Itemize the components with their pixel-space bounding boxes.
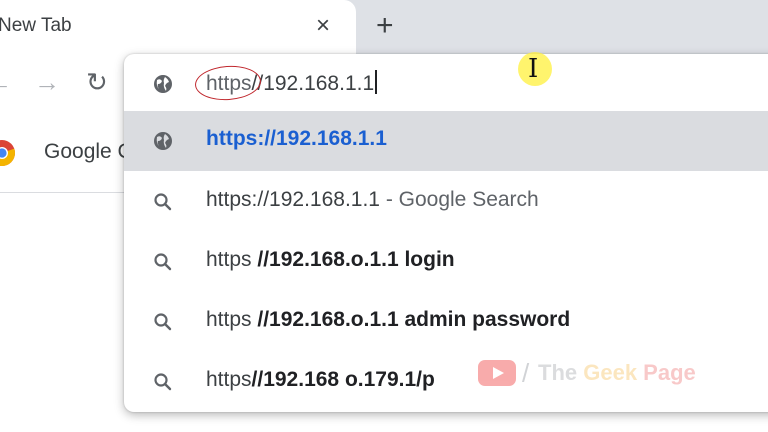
suggestion-text: https //192.168.o.1.1 login — [206, 248, 455, 272]
suggestion-query: https://192.168.1.1 — [206, 188, 380, 211]
text-caret — [375, 70, 377, 94]
suggestion-plain: https — [206, 248, 258, 271]
tab-strip: New Tab × + — [0, 0, 768, 54]
back-arrow-icon[interactable]: ← — [0, 66, 12, 98]
watermark-word: The — [538, 360, 584, 385]
new-tab-plus-icon[interactable]: + — [376, 10, 394, 42]
url-rest: //192.168.1.1 — [251, 72, 375, 95]
suggestion-suffix: - Google Search — [385, 188, 539, 211]
suggestion-plain: https — [206, 308, 258, 331]
suggestion-text: https//192.168 o.179.1/p — [206, 368, 435, 392]
suggestion-bold: //192.168.o.1.1 login — [257, 248, 455, 271]
forward-arrow-icon[interactable]: → — [34, 66, 60, 98]
suggestion-url: https://192.168.1.1 — [206, 127, 387, 150]
tab-new-tab[interactable]: New Tab × — [0, 0, 356, 54]
suggestion-bold: //192.168 o.179.1/p — [251, 368, 435, 391]
youtube-logo-icon — [478, 360, 516, 386]
omnibox-dropdown: https//192.168.1.1 https://192.168.1.1 h… — [124, 54, 768, 412]
suggestion-row[interactable]: https://192.168.1.1 - Google Search — [124, 172, 768, 232]
search-icon — [154, 193, 172, 211]
reload-icon[interactable]: ↻ — [86, 66, 108, 98]
suggestion-row[interactable]: https://192.168.1.1 — [124, 111, 768, 171]
globe-icon — [154, 132, 172, 150]
chrome-logo-icon[interactable] — [0, 139, 16, 167]
suggestion-text: https //192.168.o.1.1 admin password — [206, 308, 570, 332]
tab-title: New Tab — [0, 15, 72, 36]
watermark-word: Page — [637, 360, 696, 385]
suggestion-bold: //192.168.o.1.1 admin password — [257, 308, 571, 331]
globe-icon — [154, 75, 172, 93]
suggestion-row[interactable]: https //192.168.o.1.1 admin password — [124, 292, 768, 352]
suggestion-plain: https — [206, 368, 252, 391]
watermark-slash: / — [522, 358, 530, 388]
watermark-text: The Geek Page — [538, 360, 696, 386]
search-icon — [154, 313, 172, 331]
search-icon — [154, 373, 172, 391]
search-icon — [154, 253, 172, 271]
bookmark-item-label[interactable]: Google C — [44, 140, 133, 164]
annotation-circle — [193, 63, 263, 103]
suggestion-row[interactable]: https //192.168.o.1.1 login — [124, 232, 768, 292]
suggestion-text: https://192.168.1.1 - Google Search — [206, 188, 539, 212]
watermark-word: Geek — [583, 360, 638, 385]
address-input[interactable]: https//192.168.1.1 — [124, 54, 768, 111]
close-icon[interactable]: × — [316, 12, 330, 40]
text-cursor-icon: I — [528, 54, 539, 84]
